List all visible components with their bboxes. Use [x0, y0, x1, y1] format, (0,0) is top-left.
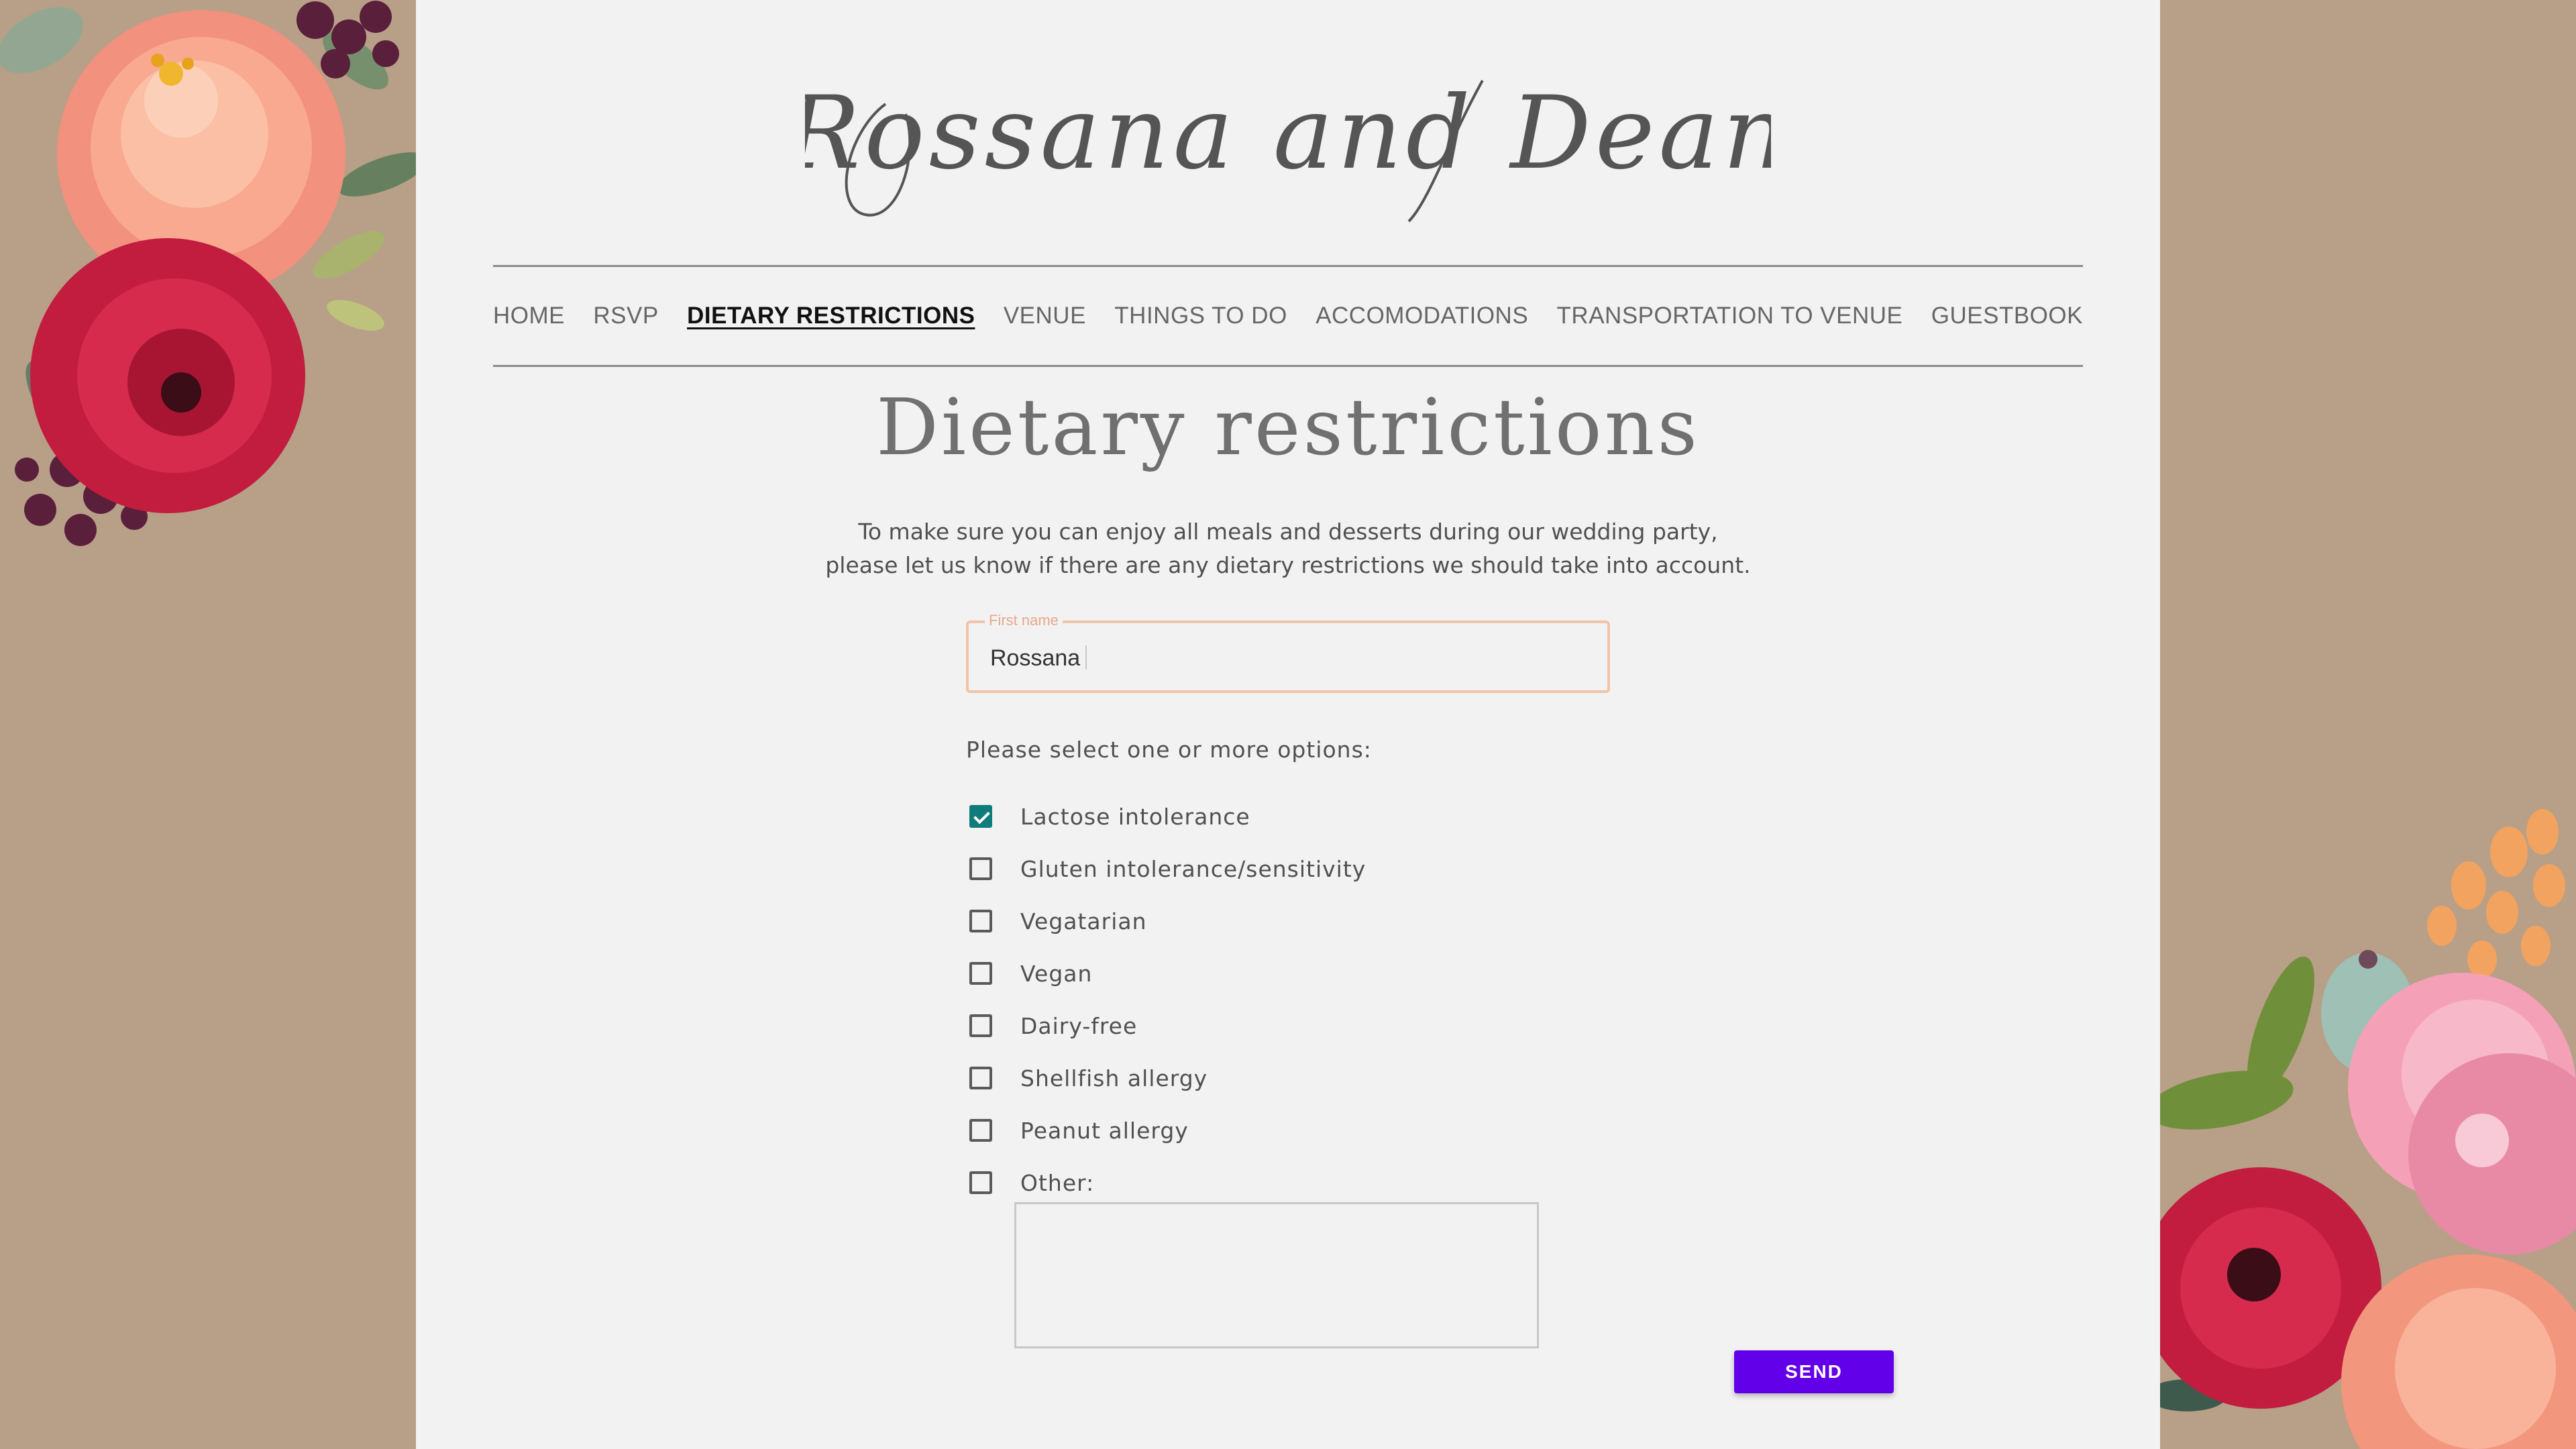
checkbox[interactable]: [969, 805, 992, 828]
option-label: Vegan: [1020, 960, 1093, 987]
nav-item-dietary-restrictions[interactable]: DIETARY RESTRICTIONS: [687, 303, 975, 329]
first-name-field: First name: [966, 612, 1610, 693]
nav-item-things-to-do[interactable]: THINGS TO DO: [1114, 303, 1287, 329]
option-label: Dairy-free: [1020, 1012, 1138, 1039]
floral-decoration-top-left: [0, 0, 416, 570]
option-label: Other:: [1020, 1169, 1095, 1196]
first-name-input[interactable]: [989, 641, 1582, 676]
option-lactose-intolerance[interactable]: Lactose intolerance: [969, 790, 1573, 843]
couple-title-text: Rossana and Dean: [805, 75, 1771, 192]
checkbox[interactable]: [969, 1014, 992, 1037]
nav-item-guestbook[interactable]: GUESTBOOK: [1931, 303, 2083, 329]
nav-item-transportation-to-venue[interactable]: TRANSPORTATION TO VENUE: [1557, 303, 1903, 329]
option-label: Vegatarian: [1020, 908, 1147, 934]
option-label: Shellfish allergy: [1020, 1065, 1208, 1091]
option-vegan[interactable]: Vegan: [969, 947, 1573, 1000]
page-title: Dietary restrictions: [876, 382, 1700, 473]
other-textarea[interactable]: [1014, 1202, 1539, 1348]
option-other[interactable]: Other:: [969, 1157, 1573, 1209]
checkbox[interactable]: [969, 962, 992, 985]
option-shellfish-allergy[interactable]: Shellfish allergy: [969, 1052, 1573, 1104]
option-vegatarian[interactable]: Vegatarian: [969, 895, 1573, 947]
dietary-options-list: Lactose intolerance Gluten intolerance/se…: [969, 790, 1573, 1209]
option-label: Lactose intolerance: [1020, 803, 1250, 830]
option-label: Peanut allergy: [1020, 1117, 1189, 1144]
option-label: Gluten intolerance/sensitivity: [1020, 855, 1366, 882]
couple-title-script: Rossana and Dean: [805, 75, 1771, 223]
nav-item-home[interactable]: HOME: [493, 303, 565, 329]
intro-text: To make sure you can enjoy all meals and…: [738, 515, 1838, 582]
nav-item-accomodations[interactable]: ACCOMODATIONS: [1316, 303, 1528, 329]
option-peanut-allergy[interactable]: Peanut allergy: [969, 1104, 1573, 1157]
intro-line-1: To make sure you can enjoy all meals and…: [858, 519, 1718, 545]
text-caret: [1085, 645, 1087, 669]
checkbox[interactable]: [969, 910, 992, 932]
intro-line-2: please let us know if there are any diet…: [825, 552, 1751, 578]
option-dairy-free[interactable]: Dairy-free: [969, 1000, 1573, 1052]
nav-item-venue[interactable]: VENUE: [1004, 303, 1086, 329]
option-gluten-intolerance-sensitivity[interactable]: Gluten intolerance/sensitivity: [969, 843, 1573, 895]
main-nav: HOME RSVP DIETARY RESTRICTIONS VENUE THINGS …: [493, 265, 2083, 367]
options-prompt: Please select one or more options:: [966, 737, 1372, 763]
checkbox[interactable]: [969, 1119, 992, 1142]
nav-item-rsvp[interactable]: RSVP: [593, 303, 658, 329]
first-name-label: First name: [985, 612, 1063, 629]
checkbox[interactable]: [969, 1067, 992, 1089]
send-button[interactable]: SEND: [1734, 1350, 1894, 1393]
checkbox[interactable]: [969, 857, 992, 880]
floral-decoration-bottom-right: [2160, 805, 2576, 1449]
checkbox[interactable]: [969, 1171, 992, 1194]
